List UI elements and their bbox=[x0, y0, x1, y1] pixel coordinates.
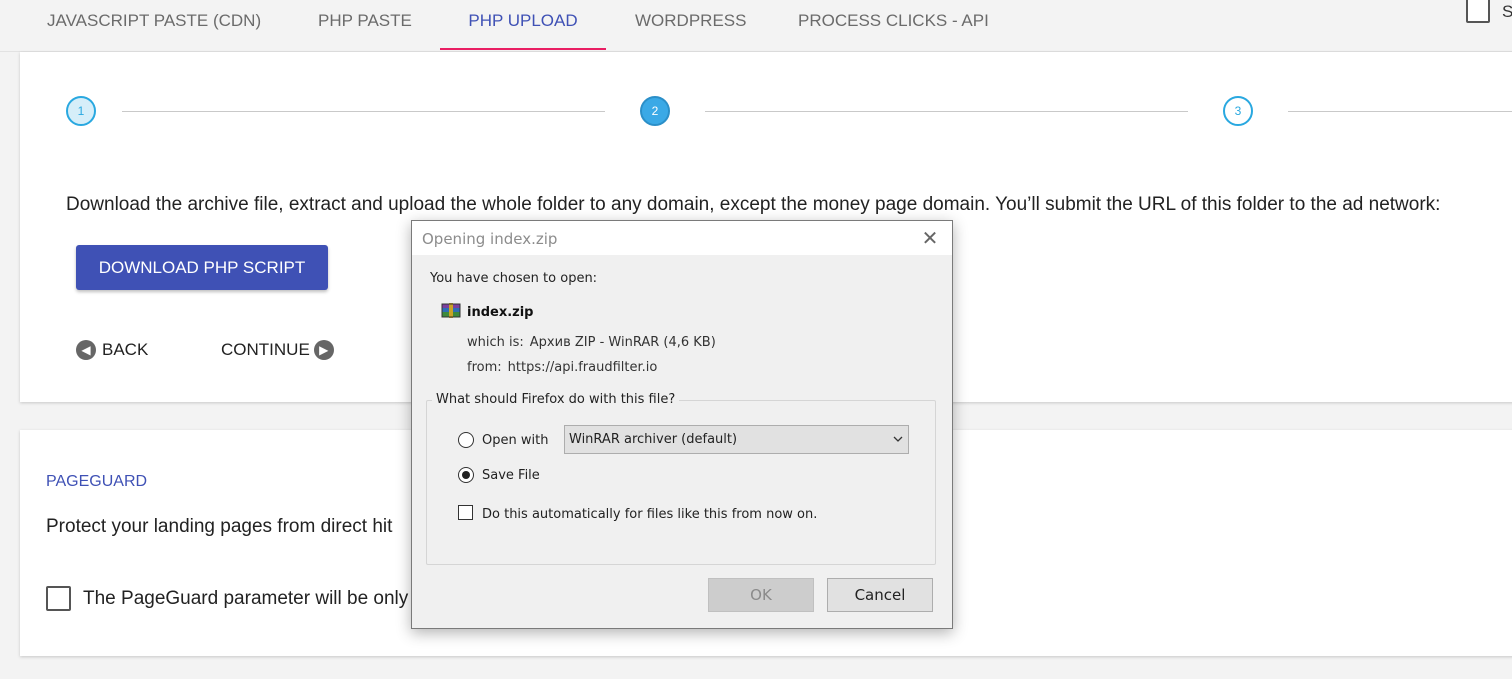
step-2[interactable]: 2 bbox=[640, 96, 670, 126]
step-1[interactable]: 1 bbox=[66, 96, 96, 126]
step-3[interactable]: 3 bbox=[1223, 96, 1253, 126]
tab-javascript-paste[interactable]: JAVASCRIPT PASTE (CDN) bbox=[47, 0, 261, 50]
tab-php-upload[interactable]: PHP UPLOAD bbox=[440, 0, 606, 50]
step-connector-3 bbox=[1288, 111, 1512, 112]
tab-process-clicks-api[interactable]: PROCESS CLICKS - API bbox=[798, 0, 989, 50]
corner-checkbox[interactable] bbox=[1466, 0, 1490, 23]
open-with-app-select[interactable]: WinRAR archiver (default) bbox=[564, 425, 909, 454]
tab-bar: JAVASCRIPT PASTE (CDN) PHP PASTE PHP UPL… bbox=[0, 0, 1512, 52]
save-file-radio[interactable] bbox=[458, 467, 474, 483]
tab-wordpress[interactable]: WORDPRESS bbox=[635, 0, 746, 50]
file-source-value: https://api.fraudfilter.io bbox=[507, 360, 658, 375]
action-group-title: What should Firefox do with this file? bbox=[432, 392, 680, 407]
corner-label: S bbox=[1502, 2, 1512, 21]
arrow-right-icon: ▶ bbox=[313, 340, 334, 360]
arrow-left-icon: ◀ bbox=[76, 340, 96, 360]
dialog-title: Opening index.zip bbox=[422, 230, 558, 248]
winrar-archive-icon bbox=[441, 303, 461, 318]
dialog-titlebar: Opening index.zip ✕ bbox=[412, 221, 952, 255]
back-label: BACK bbox=[102, 340, 149, 359]
auto-action-checkbox[interactable] bbox=[458, 505, 473, 520]
continue-label: CONTINUE bbox=[221, 340, 310, 359]
chevron-down-icon bbox=[893, 436, 903, 442]
file-source-row: from: https://api.fraudfilter.io bbox=[467, 360, 657, 375]
close-icon[interactable]: ✕ bbox=[916, 225, 944, 251]
step-connector-1 bbox=[122, 111, 605, 112]
save-file-label: Save File bbox=[482, 468, 540, 483]
open-with-radio[interactable] bbox=[458, 432, 474, 448]
pageguard-checkbox-label: The PageGuard parameter will be only bbox=[83, 588, 409, 609]
pageguard-description: Protect your landing pages from direct h… bbox=[46, 516, 393, 537]
file-type-value: Архив ZIP - WinRAR (4,6 KB) bbox=[529, 335, 716, 350]
tab-php-paste[interactable]: PHP PASTE bbox=[318, 0, 412, 50]
continue-button[interactable]: CONTINUE ▶ bbox=[221, 340, 334, 360]
pageguard-title: PAGEGUARD bbox=[46, 473, 148, 490]
open-with-label: Open with bbox=[482, 433, 549, 448]
dialog-chosen-text: You have chosen to open: bbox=[430, 271, 598, 286]
pageguard-checkbox[interactable] bbox=[46, 586, 71, 611]
auto-action-label: Do this automatically for files like thi… bbox=[482, 507, 818, 522]
file-type-row: which is: Архив ZIP - WinRAR (4,6 KB) bbox=[467, 335, 716, 350]
back-button[interactable]: ◀ BACK bbox=[76, 340, 148, 360]
download-dialog: Opening index.zip ✕ You have chosen to o… bbox=[411, 220, 953, 629]
file-source-label: from: bbox=[467, 360, 502, 375]
upload-instruction: Download the archive file, extract and u… bbox=[66, 194, 1441, 215]
cancel-button[interactable]: Cancel bbox=[827, 578, 933, 612]
ok-button[interactable]: OK bbox=[708, 578, 814, 612]
download-php-script-button[interactable]: DOWNLOAD PHP SCRIPT bbox=[76, 245, 328, 290]
file-type-label: which is: bbox=[467, 335, 524, 350]
step-connector-2 bbox=[705, 111, 1188, 112]
open-with-app-value: WinRAR archiver (default) bbox=[569, 432, 738, 447]
dialog-filename: index.zip bbox=[467, 305, 534, 320]
